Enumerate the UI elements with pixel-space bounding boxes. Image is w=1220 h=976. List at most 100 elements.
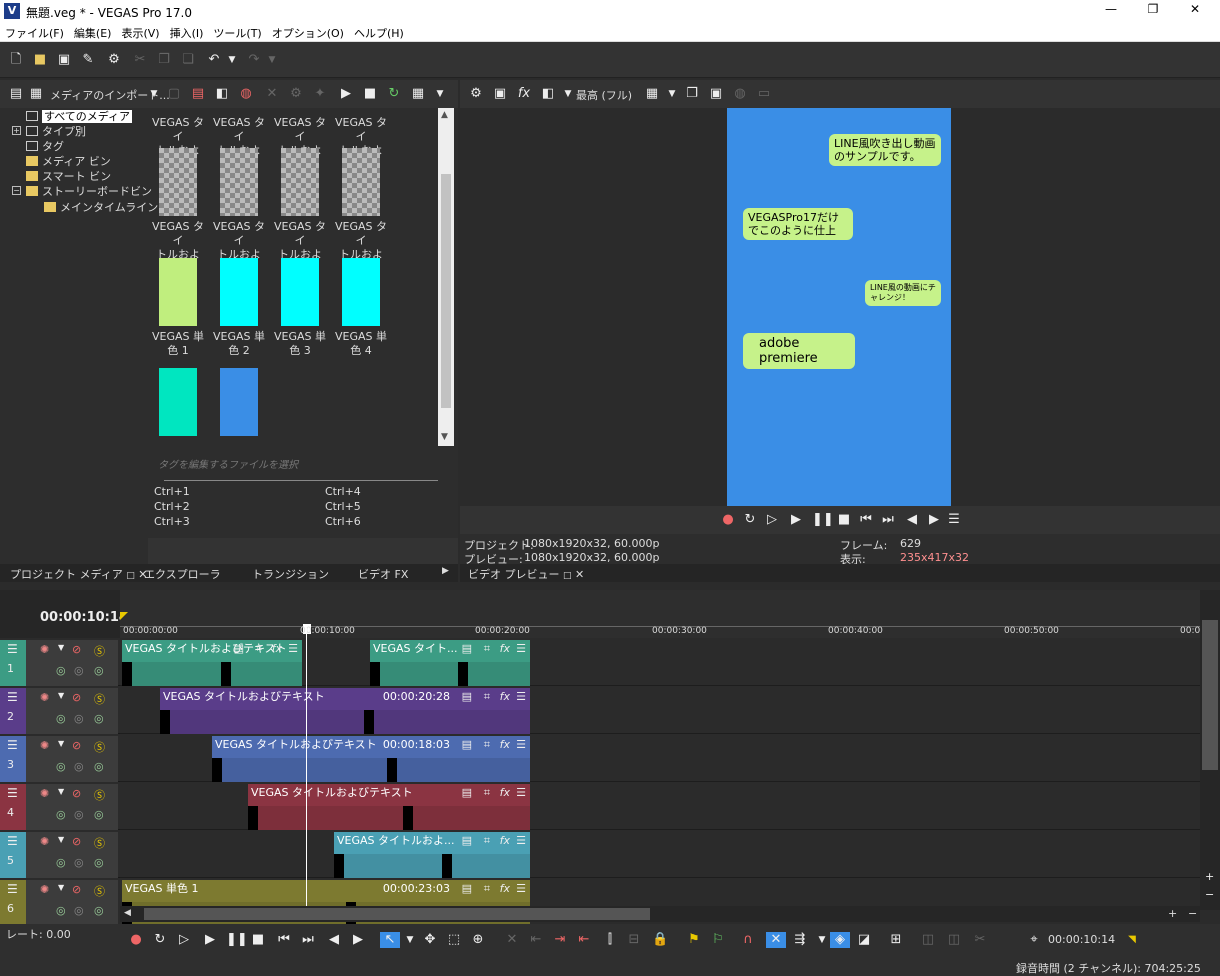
compositing-icon[interactable]: ✺ bbox=[40, 883, 49, 896]
event-pan-crop-icon[interactable]: ▤ bbox=[462, 690, 472, 703]
timeline-event[interactable]: VEGAS タイトルおよ... ▤ ⌗ fx ☰ bbox=[334, 832, 530, 878]
dropdown-arrow-icon[interactable]: ▼ bbox=[146, 86, 162, 102]
timeline-event[interactable]: VEGAS タイトルおよびテキスト 00:00:18:03 ▤ ⌗ fx ☰ bbox=[212, 736, 530, 782]
hzoom-out-icon[interactable]: − bbox=[1188, 907, 1197, 920]
track-menu-icon[interactable]: ☰ bbox=[7, 690, 18, 704]
cut-icon[interactable]: ✂ bbox=[132, 52, 148, 68]
track-lane[interactable]: VEGAS タイトルおよびテキスト 00:00:18:03 ▤ ⌗ fx ☰ bbox=[120, 736, 1200, 782]
event-fx-icon[interactable]: ⊞ bbox=[888, 932, 904, 948]
event-pan-crop-icon[interactable]: ▤ bbox=[234, 642, 244, 655]
fx-chain-icon[interactable]: ✦ bbox=[312, 86, 328, 102]
motion-icon[interactable]: ◎ bbox=[56, 712, 66, 725]
trim-icon[interactable]: ⇤ bbox=[528, 932, 544, 948]
track-color-strip[interactable]: ☰ 3 bbox=[0, 736, 26, 782]
media-thumbnail[interactable]: VEGAS 単色 1 bbox=[148, 258, 208, 358]
track-fx-icon[interactable]: ◎ bbox=[94, 712, 104, 725]
media-thumbnail[interactable]: VEGAS タイトルおよび... bbox=[148, 148, 208, 276]
crop-icon[interactable]: ⌗ bbox=[484, 690, 490, 704]
split-dropdown-icon[interactable]: ▼ bbox=[560, 86, 576, 102]
track-menu-icon[interactable]: ☰ bbox=[7, 834, 18, 848]
next-frame-icon[interactable]: ▶ bbox=[926, 512, 942, 528]
event-pan-crop-icon[interactable]: ▤ bbox=[462, 738, 472, 751]
menu-view[interactable]: 表示(V) bbox=[116, 22, 164, 44]
prev-frame-icon[interactable]: ◀ bbox=[904, 512, 920, 528]
track-fx-icon[interactable]: ◎ bbox=[94, 664, 104, 677]
undo-dropdown-icon[interactable]: ▼ bbox=[224, 52, 240, 68]
media-thumbnail[interactable]: VEGAS 単色 4 bbox=[331, 258, 391, 358]
compositing-dropdown-icon[interactable]: ▼ bbox=[58, 883, 64, 892]
media-scrollbar[interactable]: ▲ ▼ bbox=[438, 108, 454, 446]
loop-region-marker-icon[interactable] bbox=[120, 612, 128, 620]
event-fx-icon[interactable]: fx bbox=[272, 642, 282, 655]
pause-icon[interactable]: ❚❚ bbox=[226, 932, 248, 948]
track-lane[interactable]: VEGAS タイトルおよびテキスト ▤ ⌗ fx ☰ bbox=[120, 784, 1200, 830]
compositing-icon[interactable]: ✺ bbox=[40, 739, 49, 752]
normal-edit-tool-icon[interactable]: ↖ bbox=[380, 932, 400, 948]
track-color-strip[interactable]: ☰ 4 bbox=[0, 784, 26, 830]
track-color-strip[interactable]: ☰ 5 bbox=[0, 832, 26, 878]
get-media-icon[interactable]: ◧ bbox=[214, 86, 230, 102]
track-menu-icon[interactable]: ☰ bbox=[7, 786, 18, 800]
compositing-dropdown-icon[interactable]: ▼ bbox=[58, 691, 64, 700]
copy-icon[interactable]: ❐ bbox=[156, 52, 172, 68]
media-thumbnail[interactable]: VEGAS 単色 3 bbox=[270, 258, 330, 358]
insert-region-icon[interactable]: ⚐ bbox=[710, 932, 726, 948]
tab-project-media[interactable]: プロジェクト メディア □ ✕ bbox=[10, 566, 147, 582]
preview-display-icon[interactable]: ▭ bbox=[756, 86, 772, 102]
event-fx-icon[interactable]: fx bbox=[500, 834, 510, 847]
auto-preview-icon[interactable]: ↻ bbox=[386, 86, 402, 102]
ignore-grouping-icon[interactable]: ◪ bbox=[856, 932, 872, 948]
view-dropdown-icon[interactable]: ▼ bbox=[432, 86, 448, 102]
tree-item-by-type[interactable]: タイプ別 bbox=[26, 123, 86, 138]
tag-input-bar[interactable] bbox=[148, 538, 458, 564]
group-icon[interactable]: ◫ bbox=[920, 932, 936, 948]
motion-icon[interactable]: ◎ bbox=[56, 856, 66, 869]
media-thumbnail[interactable]: VEGAS 単色 2 bbox=[209, 258, 269, 358]
insert-marker-icon[interactable]: ⚑ bbox=[686, 932, 702, 948]
track-header[interactable]: ☰ 3 ✺ ▼ ⊘ Ⓢ ◎ ◎ ◎ bbox=[0, 736, 120, 782]
ungroup-icon[interactable]: ◫ bbox=[946, 932, 962, 948]
event-fx-icon[interactable]: fx bbox=[500, 738, 510, 751]
loop-icon[interactable]: ↻ bbox=[152, 932, 168, 948]
fx-bypass-icon[interactable]: ◎ bbox=[74, 904, 84, 917]
event-pan-crop-icon[interactable]: ▤ bbox=[462, 882, 472, 895]
scroll-up-icon[interactable]: ▲ bbox=[441, 110, 448, 120]
stop-preview-icon[interactable]: ■ bbox=[362, 86, 378, 102]
prev-frame-icon[interactable]: ◀ bbox=[326, 932, 342, 948]
menu-insert[interactable]: 挿入(I) bbox=[165, 22, 209, 44]
play-icon[interactable]: ▶ bbox=[788, 512, 804, 528]
hzoom-in-icon[interactable]: + bbox=[1168, 907, 1177, 920]
track-header[interactable]: ☰ 1 ✺ ▼ ⊘ Ⓢ ◎ ◎ ◎ bbox=[0, 640, 120, 686]
tree-item-tags[interactable]: タグ bbox=[26, 138, 64, 153]
preview-settings-icon[interactable]: ⚙ bbox=[468, 86, 484, 102]
play-from-start-icon[interactable]: ▷ bbox=[176, 932, 192, 948]
go-end-icon[interactable]: ⏭ bbox=[880, 512, 896, 528]
loop-icon[interactable]: ↻ bbox=[742, 512, 758, 528]
close-tab-icon[interactable]: ✕ bbox=[575, 568, 584, 581]
event-menu-icon[interactable]: ☰ bbox=[516, 834, 526, 847]
zoom-out-icon[interactable]: − bbox=[1205, 888, 1214, 901]
compositing-dropdown-icon[interactable]: ▼ bbox=[58, 835, 64, 844]
timeline-hscroll-thumb[interactable] bbox=[144, 908, 650, 920]
pause-icon[interactable]: ❚❚ bbox=[812, 512, 834, 528]
overlay-grid-icon[interactable]: ▦ bbox=[644, 86, 660, 102]
track-fx-icon[interactable]: ◎ bbox=[94, 760, 104, 773]
lock-icon[interactable]: 🔒 bbox=[652, 932, 668, 948]
lock-event-icon[interactable]: ⊟ bbox=[626, 932, 642, 948]
media-fx-icon[interactable]: ▤ bbox=[190, 86, 206, 102]
media-thumbnail[interactable] bbox=[209, 368, 269, 440]
motion-icon[interactable]: ◎ bbox=[56, 808, 66, 821]
solo-icon[interactable]: Ⓢ bbox=[94, 643, 105, 659]
fx-icon[interactable]: fx bbox=[516, 86, 532, 102]
settings-gear-icon[interactable]: ⚙ bbox=[106, 52, 122, 68]
playhead-cursor[interactable] bbox=[306, 628, 307, 906]
menu-tools[interactable]: ツール(T) bbox=[208, 22, 266, 44]
track-header[interactable]: ☰ 5 ✺ ▼ ⊘ Ⓢ ◎ ◎ ◎ bbox=[0, 832, 120, 878]
track-color-strip[interactable]: ☰ 2 bbox=[0, 688, 26, 734]
track-header[interactable]: ☰ 6 ✺ ▼ ⊘ Ⓢ ◎ ◎ ◎ bbox=[0, 880, 120, 926]
event-menu-icon[interactable]: ☰ bbox=[516, 690, 526, 703]
tree-item-media-bin[interactable]: メディア ビン bbox=[26, 153, 111, 168]
timeline-event[interactable]: VEGAS タイト... ▤ ⌗ fx ☰ bbox=[370, 640, 530, 686]
mute-icon[interactable]: ⊘ bbox=[72, 835, 81, 848]
go-end-icon[interactable]: ⏭ bbox=[300, 932, 316, 948]
